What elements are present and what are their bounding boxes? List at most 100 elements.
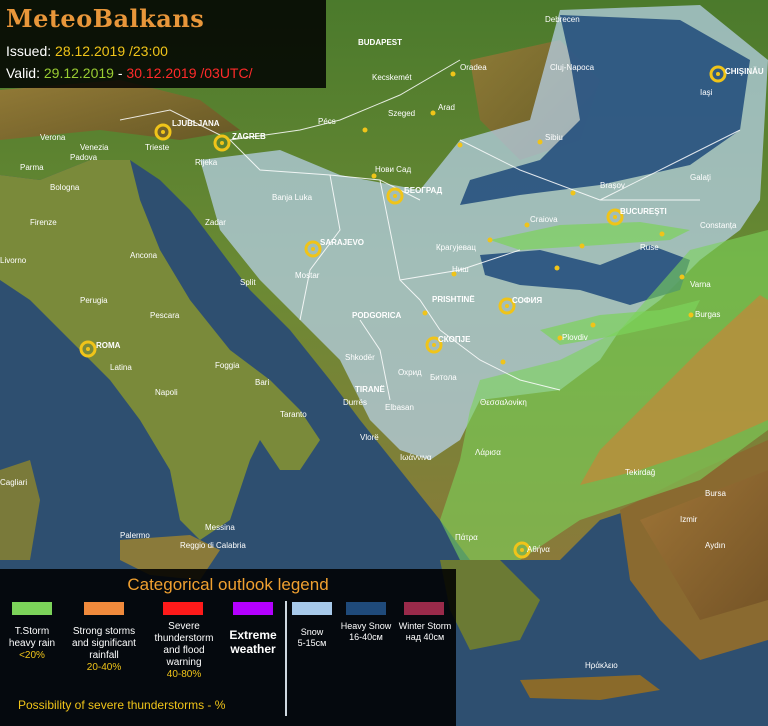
svg-text:PODGORICA: PODGORICA	[352, 311, 402, 320]
svg-text:ZAGREB: ZAGREB	[232, 132, 266, 141]
svg-text:Θεσσαλονίκη: Θεσσαλονίκη	[480, 398, 527, 407]
svg-text:Ruse: Ruse	[640, 243, 659, 252]
valid-to: 30.12.2019 /03UTC/	[126, 65, 253, 81]
svg-text:Pécs: Pécs	[318, 117, 336, 126]
title-box: MeteoBalkans Issued: 28.12.2019 /23:00 V…	[0, 0, 326, 88]
legend-swatch-heavy-snow	[346, 602, 386, 615]
svg-text:Bologna: Bologna	[50, 183, 80, 192]
svg-text:Perugia: Perugia	[80, 296, 108, 305]
svg-text:LJUBLJANA: LJUBLJANA	[172, 119, 220, 128]
svg-text:Kecskemét: Kecskemét	[372, 73, 412, 82]
legend-swatch-snow	[292, 602, 332, 615]
svg-text:Palermo: Palermo	[120, 531, 150, 540]
svg-text:Constanța: Constanța	[700, 221, 737, 230]
svg-text:Napoli: Napoli	[155, 388, 178, 397]
issued-line: Issued: 28.12.2019 /23:00	[6, 43, 168, 59]
legend-label-winter-storm: Winter Storm над 40см	[398, 621, 452, 642]
svg-text:CHIŞINĂU: CHIŞINĂU	[725, 67, 764, 76]
brand-logo: MeteoBalkans	[6, 4, 205, 33]
svg-text:Tekirdağ: Tekirdağ	[625, 468, 655, 477]
legend-label-tstorm: T.Storm heavy rain <20%	[8, 626, 56, 661]
svg-text:Oradea: Oradea	[460, 63, 487, 72]
legend-swatch-strong-storms	[84, 602, 124, 615]
svg-text:Αθήνα: Αθήνα	[527, 545, 550, 554]
svg-text:Ιωάννινα: Ιωάννινα	[400, 453, 432, 462]
legend-swatch-severe	[163, 602, 203, 615]
svg-text:Durrës: Durrës	[343, 398, 367, 407]
legend-divider	[285, 601, 287, 716]
svg-text:Szeged: Szeged	[388, 109, 415, 118]
svg-text:Messina: Messina	[205, 523, 235, 532]
svg-text:Zadar: Zadar	[205, 218, 226, 227]
svg-text:Shkodër: Shkodër	[345, 353, 375, 362]
svg-text:Rijeka: Rijeka	[195, 158, 218, 167]
svg-text:Arad: Arad	[438, 103, 455, 112]
svg-text:Ниш: Ниш	[452, 265, 469, 274]
svg-text:Firenze: Firenze	[30, 218, 57, 227]
legend-swatch-tstorm	[12, 602, 52, 615]
svg-text:Cagliari: Cagliari	[0, 478, 27, 487]
svg-text:Brașov: Brașov	[600, 181, 625, 190]
svg-text:Битола: Битола	[430, 373, 457, 382]
svg-text:Cluj-Napoca: Cluj-Napoca	[550, 63, 595, 72]
svg-text:Livorno: Livorno	[0, 256, 27, 265]
svg-text:Venezia: Venezia	[80, 143, 109, 152]
svg-text:Banja Luka: Banja Luka	[272, 193, 313, 202]
svg-text:Izmir: Izmir	[680, 515, 698, 524]
svg-text:Debrecen: Debrecen	[545, 15, 580, 24]
svg-text:Varna: Varna	[690, 280, 711, 289]
svg-text:Elbasan: Elbasan	[385, 403, 414, 412]
svg-text:Trieste: Trieste	[145, 143, 170, 152]
legend-label-strong-storms: Strong storms and significant rainfall 2…	[72, 626, 136, 673]
svg-text:Λάρισα: Λάρισα	[475, 448, 501, 457]
legend-label-severe: Severe thunderstorm and flood warning 40…	[154, 621, 214, 680]
issued-label: Issued:	[6, 43, 52, 59]
legend-footer: Possibility of severe thunderstorms - %	[18, 698, 226, 712]
svg-text:Vlorë: Vlorë	[360, 433, 379, 442]
legend-label-heavy-snow: Heavy Snow 16-40см	[340, 621, 392, 642]
svg-text:Bari: Bari	[255, 378, 269, 387]
svg-text:Reggio di Calabria: Reggio di Calabria	[180, 541, 246, 550]
svg-text:Нови Сад: Нови Сад	[375, 165, 411, 174]
svg-text:СКОПЈЕ: СКОПЈЕ	[438, 335, 471, 344]
svg-text:TIRANË: TIRANË	[355, 385, 385, 394]
svg-text:Verona: Verona	[40, 133, 66, 142]
svg-text:Craiova: Craiova	[530, 215, 558, 224]
valid-line: Valid: 29.12.2019 - 30.12.2019 /03UTC/	[6, 65, 253, 81]
svg-text:SARAJEVO: SARAJEVO	[320, 238, 364, 247]
valid-from: 29.12.2019	[43, 65, 114, 81]
legend-swatch-winter-storm	[404, 602, 444, 615]
svg-text:ROMA: ROMA	[96, 341, 121, 350]
svg-text:БЕОГРАД: БЕОГРАД	[404, 186, 443, 195]
svg-text:Parma: Parma	[20, 163, 44, 172]
svg-text:СОФИЯ: СОФИЯ	[512, 296, 542, 305]
issued-value: 28.12.2019 /23:00	[55, 43, 168, 59]
legend-panel: Categorical outlook legend T.Storm heavy…	[0, 569, 456, 726]
svg-text:Split: Split	[240, 278, 256, 287]
svg-text:Galaţi: Galaţi	[690, 173, 711, 182]
legend-swatch-extreme	[233, 602, 273, 615]
valid-separator: -	[113, 65, 127, 81]
svg-text:Taranto: Taranto	[280, 410, 307, 419]
svg-text:Ancona: Ancona	[130, 251, 158, 260]
svg-text:Крагујевац: Крагујевац	[436, 243, 476, 252]
svg-text:Mostar: Mostar	[295, 271, 320, 280]
svg-text:Охрид: Охрид	[398, 368, 422, 377]
valid-label: Valid:	[6, 65, 40, 81]
svg-text:Πάτρα: Πάτρα	[455, 533, 478, 542]
svg-text:PRISHTINË: PRISHTINË	[432, 295, 475, 304]
legend-label-snow: Snow 5-15см	[297, 627, 327, 648]
svg-text:Plovdiv: Plovdiv	[562, 333, 588, 342]
svg-text:Padova: Padova	[70, 153, 98, 162]
svg-text:Pescara: Pescara	[150, 311, 180, 320]
legend-label-extreme: Extreme weather	[229, 628, 277, 656]
svg-text:Latina: Latina	[110, 363, 132, 372]
svg-text:Bursa: Bursa	[705, 489, 726, 498]
svg-text:BUDAPEST: BUDAPEST	[358, 38, 402, 47]
svg-text:Burgas: Burgas	[695, 310, 720, 319]
svg-text:Aydın: Aydın	[705, 541, 725, 550]
svg-text:Sibiu: Sibiu	[545, 133, 563, 142]
svg-text:BUCUREŞTI: BUCUREŞTI	[620, 207, 667, 216]
svg-text:Foggia: Foggia	[215, 361, 240, 370]
svg-text:Ηράκλειο: Ηράκλειο	[585, 661, 618, 670]
